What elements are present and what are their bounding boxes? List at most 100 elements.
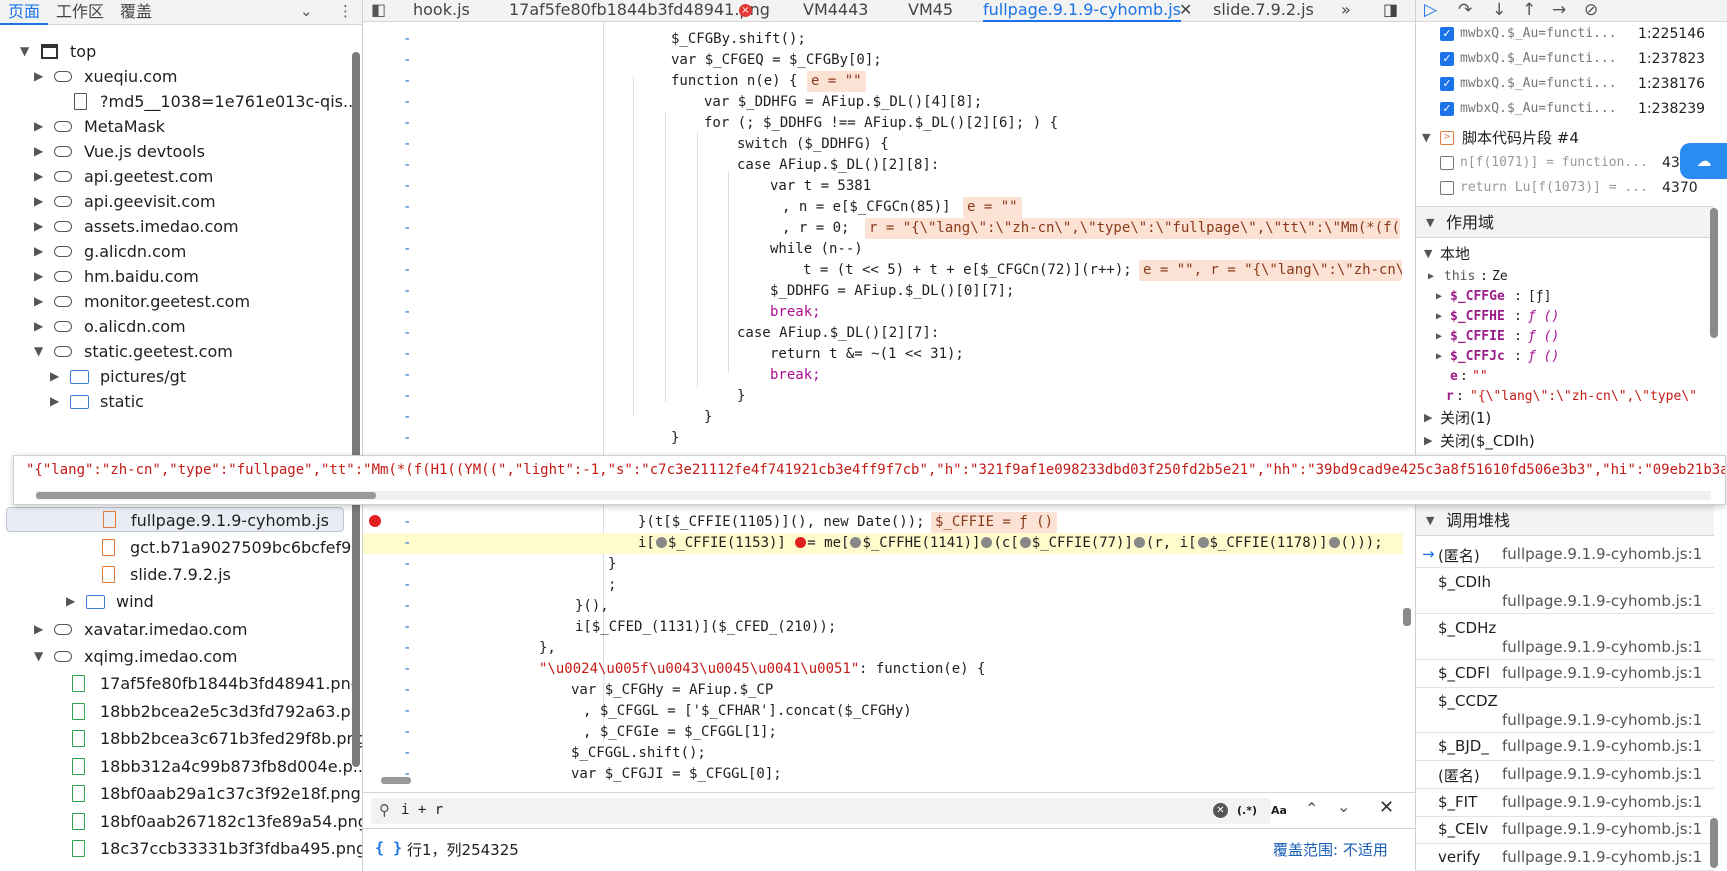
expand-arrow-icon[interactable]: ▶ (34, 239, 43, 264)
tree-item-domain[interactable]: ▶ MetaMask (0, 114, 345, 139)
editor-horizontal-scrollbar[interactable] (371, 775, 1403, 785)
breakpoint-row[interactable]: ✓ mwbxQ.$_Au=functi... 1:225146 (1416, 22, 1716, 46)
closure-scope[interactable]: ▶ 关闭($_CDIh) (1416, 430, 1716, 452)
checkbox-unchecked-icon[interactable] (1440, 181, 1454, 195)
call-frame[interactable]: $_BJD_ fullpage.9.1.9-cyhomb.js:1 (1416, 734, 1714, 761)
tree-item-image[interactable]: 18bf0aab267182c13fe89a54.png (0, 809, 362, 834)
call-frame[interactable]: $_CDFl fullpage.9.1.9-cyhomb.js:1 (1416, 661, 1714, 688)
more-tabs-icon[interactable]: » (1341, 0, 1351, 22)
coverage-status[interactable]: 覆盖范围: 不适用 (1273, 839, 1388, 860)
tree-item-image[interactable]: 18c37ccb33331b3f3fdba495.png (0, 836, 362, 861)
tree-item-top[interactable]: ▼ top (0, 39, 345, 64)
expand-arrow-icon[interactable]: ▼ (34, 644, 43, 669)
breakpoint-marker[interactable] (795, 537, 807, 548)
tree-item-domain[interactable]: ▶ xueqiu.com (0, 64, 345, 89)
breakpoint-row[interactable]: ✓ mwbxQ.$_Au=functi... 1:237823 (1416, 47, 1716, 71)
expand-arrow-icon[interactable]: ▼ (1424, 243, 1432, 265)
collapse-panel-icon[interactable]: ◨ (1383, 0, 1398, 22)
resume-icon[interactable]: ▷ (1424, 0, 1437, 20)
scope-var[interactable]: ▶ $_CFFJc : ƒ () (1416, 347, 1716, 367)
pretty-print-button[interactable]: { } (375, 839, 402, 857)
step-marker[interactable] (1328, 537, 1340, 548)
next-match-icon[interactable]: ⌄ (1337, 797, 1350, 816)
checkbox-unchecked-icon[interactable] (1440, 156, 1454, 170)
expand-arrow-icon[interactable]: ▶ (1436, 287, 1442, 307)
expand-arrow-icon[interactable]: ▶ (34, 139, 43, 164)
navigator-scrollbar[interactable] (352, 52, 360, 767)
panel-toggle-icon[interactable]: ◧ (371, 0, 386, 22)
tab-hook-js[interactable]: hook.js (413, 0, 470, 22)
tree-item-image[interactable]: 18bb2bcea2e5c3d3fd792a63.p... (0, 699, 362, 724)
tree-item-selected-file[interactable]: fullpage.9.1.9-cyhomb.js (6, 507, 344, 532)
step-into-icon[interactable]: ↓ (1492, 0, 1506, 20)
expand-arrow-icon[interactable]: ▶ (34, 189, 43, 214)
step-marker[interactable] (1133, 537, 1145, 548)
checkbox-checked-icon[interactable]: ✓ (1440, 77, 1454, 91)
expand-arrow-icon[interactable]: ▼ (1426, 207, 1434, 239)
snippet-breakpoint-row[interactable]: return Lu[f(1073)] = ... 4370 (1416, 176, 1716, 200)
close-search-icon[interactable]: ✕ (1379, 797, 1394, 818)
callstack-section-header[interactable]: ▼ 调用堆栈 (1416, 504, 1714, 536)
call-frame[interactable]: (匿名) fullpage.9.1.9-cyhomb.js:1 (1416, 762, 1714, 789)
step-marker[interactable] (1019, 537, 1031, 548)
close-tab-icon[interactable]: ✕ (1179, 0, 1192, 22)
scope-section-header[interactable]: ▼ 作用域 (1416, 206, 1714, 238)
call-frame[interactable]: $_CDHz fullpage.9.1.9-cyhomb.js:1 (1416, 616, 1714, 660)
popover-scrollbar[interactable] (36, 491, 1711, 500)
step-marker[interactable] (1197, 537, 1209, 548)
scope-var[interactable]: ▶ $_CFFGe : [ƒ] (1416, 287, 1716, 307)
tree-item-folder[interactable]: ▶ static (0, 389, 345, 414)
expand-arrow-icon[interactable]: ▶ (50, 364, 59, 389)
callstack-scrollbar[interactable] (1710, 818, 1718, 868)
expand-arrow-icon[interactable]: ▶ (34, 617, 43, 642)
scope-var[interactable]: ▶ this : Ze (1416, 267, 1716, 287)
scope-var[interactable]: ▶ $_CFFIE : ƒ () (1416, 327, 1716, 347)
tree-item-image[interactable]: 18bf0aab29a1c37c3f92e18f.png (0, 781, 361, 806)
snippet-breakpoint-row[interactable]: n[f(1071)] = function... 43 (1416, 151, 1716, 175)
expand-arrow-icon[interactable]: ▼ (1426, 505, 1434, 537)
tree-item-domain[interactable]: ▶ g.alicdn.com (0, 239, 345, 264)
search-input-box[interactable]: ⚲ i + r ✕ (.*) Aa (371, 798, 1287, 824)
breakpoint-row[interactable]: ✓ mwbxQ.$_Au=functi... 1:238239 (1416, 97, 1716, 121)
step-marker[interactable] (981, 537, 993, 548)
call-frame[interactable]: $_CCDZ fullpage.9.1.9-cyhomb.js:1 (1416, 689, 1714, 733)
tree-item-domain[interactable]: ▼ xqimg.imedao.com (0, 644, 345, 669)
expand-arrow-icon[interactable]: ▼ (34, 339, 43, 364)
call-frame[interactable]: $_FIT fullpage.9.1.9-cyhomb.js:1 (1416, 790, 1714, 817)
tab-slide-js[interactable]: slide.7.9.2.js (1213, 0, 1314, 22)
sidebar-scrollbar[interactable] (1710, 208, 1718, 338)
tree-item-domain[interactable]: ▶ api.geetest.com (0, 164, 345, 189)
call-frame[interactable]: $_CEIv fullpage.9.1.9-cyhomb.js:1 (1416, 817, 1714, 844)
previous-match-icon[interactable]: ⌃ (1305, 799, 1318, 818)
tree-item-image[interactable]: 17af5fe80fb1844b3fd48941.png (0, 671, 361, 696)
clear-search-icon[interactable]: ✕ (1213, 803, 1228, 818)
checkbox-checked-icon[interactable]: ✓ (1440, 102, 1454, 116)
tab-vm45[interactable]: VM45 (908, 0, 953, 22)
expand-arrow-icon[interactable]: ▶ (34, 264, 43, 289)
expand-arrow-icon[interactable]: ▶ (1436, 347, 1442, 367)
scope-local-header[interactable]: ▼ 本地 (1416, 243, 1716, 265)
snippet-group-header[interactable]: ▼ > 脚本代码片段 #4 (1416, 126, 1716, 150)
expand-arrow-icon[interactable]: ▶ (66, 589, 75, 614)
tab-page[interactable]: 页面 (0, 0, 49, 25)
tree-item-domain[interactable]: ▼ static.geetest.com (0, 339, 345, 364)
scope-var[interactable]: e : "" (1416, 367, 1716, 387)
expand-arrow-icon[interactable]: ▶ (34, 114, 43, 139)
expand-arrow-icon[interactable]: ▶ (50, 389, 59, 414)
tree-item-image[interactable]: 18bb2bcea3c671b3fed29f8b.png (0, 726, 362, 751)
search-input[interactable]: i + r (401, 802, 443, 818)
expand-arrow-icon[interactable]: ▶ (34, 314, 43, 339)
regex-toggle[interactable]: (.*) (1237, 804, 1257, 817)
expand-arrow-icon[interactable]: ▶ (1424, 430, 1432, 452)
match-case-toggle[interactable]: Aa (1271, 804, 1287, 817)
tree-item-file[interactable]: ?md5__1038=1e761e013c-qis... (0, 89, 358, 114)
call-frame[interactable]: → (匿名) fullpage.9.1.9-cyhomb.js:1 (1416, 542, 1714, 568)
tree-item-domain[interactable]: ▶ xavatar.imedao.com (0, 617, 345, 642)
tree-item-folder[interactable]: ▶ wind (0, 589, 345, 614)
expand-arrow-icon[interactable]: ▶ (1436, 307, 1442, 327)
value-hover-popover[interactable]: "{"lang":"zh-cn","type":"fullpage","tt":… (13, 455, 1726, 505)
tree-item-domain[interactable]: ▶ o.alicdn.com (0, 314, 345, 339)
cloud-app-icon[interactable]: ☁ (1680, 143, 1727, 179)
editor-vertical-scrollbar[interactable] (1403, 608, 1411, 626)
closure-scope[interactable]: ▶ 关闭(1) (1416, 407, 1716, 429)
